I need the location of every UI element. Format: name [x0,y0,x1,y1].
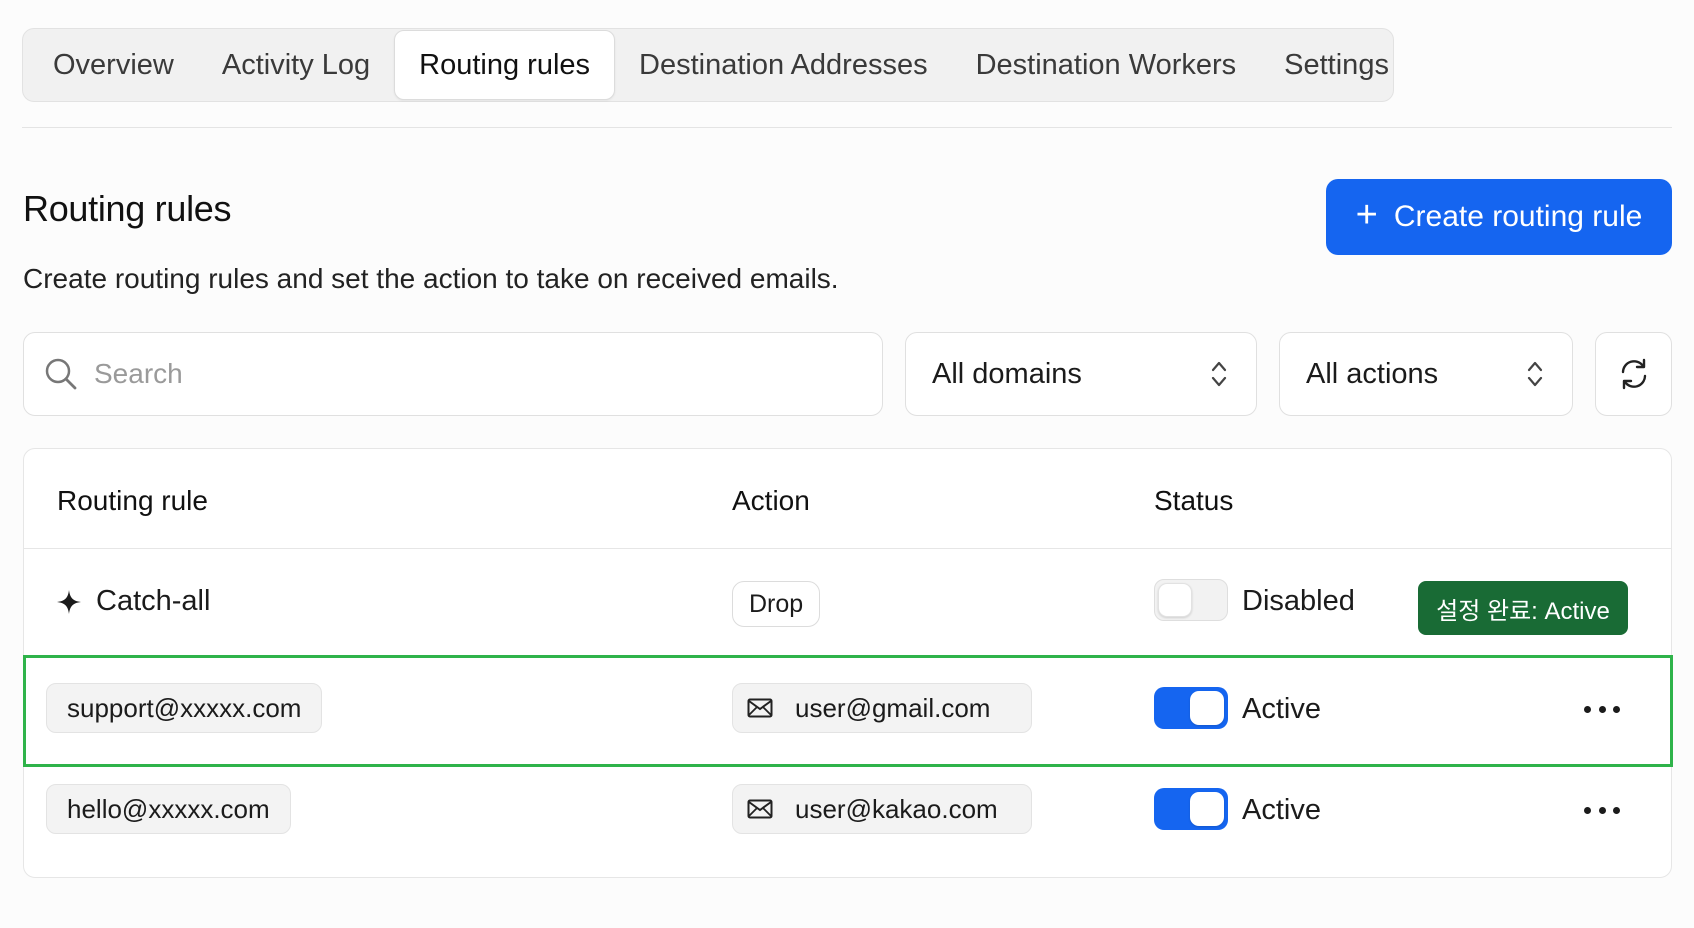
header-divider [22,127,1672,128]
status-label: Active [1242,693,1321,725]
action-chip: Drop [732,581,821,627]
status-label: Active [1242,794,1321,826]
page-description: Create routing rules and set the action … [23,263,839,294]
status-badge: 설정 완료: Active [1418,581,1628,635]
chevron-updown-icon [1527,361,1543,387]
create-routing-rule-button[interactable]: + Create routing rule [1326,179,1672,255]
toggle-knob [1158,583,1192,617]
column-header-routing-rule: Routing rule [57,485,208,516]
rule-name: Catch-all [96,585,211,617]
domain-select[interactable]: All domains [905,332,1257,416]
routing-rules-table: Routing rule Action Status Catch-all Dro… [23,448,1672,878]
action-chip: user@gmail.com [732,683,1032,733]
domain-select-value: All domains [932,357,1082,390]
more-icon [1584,806,1591,814]
search-box [23,332,883,416]
tab-settings[interactable]: Settings [1260,30,1413,100]
search-input[interactable] [94,358,854,390]
tab-bar: Overview Activity Log Routing rules Dest… [22,28,1394,102]
column-header-status: Status [1154,485,1234,516]
refresh-button[interactable] [1595,332,1672,416]
table-row: hello@xxxxx.com user@kakao.com Active [24,767,1671,877]
plus-icon: + [1355,194,1378,236]
refresh-icon [1621,358,1646,390]
toggle-knob [1190,691,1224,725]
action-select-value: All actions [1306,357,1439,390]
status-toggle[interactable] [1154,579,1228,621]
status-toggle[interactable] [1154,687,1228,729]
tab-activity-log[interactable]: Activity Log [198,30,394,100]
more-options-button[interactable] [1584,800,1620,820]
more-options-button[interactable] [1584,699,1620,719]
action-chip: user@kakao.com [732,784,1032,834]
mail-icon [747,799,773,819]
tab-destination-workers[interactable]: Destination Workers [952,30,1261,100]
rule-chip: support@xxxxx.com [46,683,323,733]
destination-email: user@kakao.com [795,793,998,824]
search-icon [45,358,77,390]
column-header-action: Action [732,485,810,516]
table-header: Routing rule Action Status [24,449,1671,549]
rule-chip: hello@xxxxx.com [46,784,291,834]
toggle-knob [1190,792,1224,826]
mail-icon [747,698,773,718]
status-label: Disabled [1242,585,1355,617]
table-row: support@xxxxx.com user@gmail.com Active [24,657,1671,767]
catch-all-rule: Catch-all [56,585,210,618]
status-toggle[interactable] [1154,788,1228,830]
tab-routing-rules[interactable]: Routing rules [394,30,616,100]
chevron-updown-icon [1211,361,1227,387]
more-icon [1584,705,1591,713]
destination-email: user@gmail.com [795,692,991,723]
table-row: Catch-all Drop Disabled 설정 완료: Active [24,549,1671,657]
create-routing-rule-label: Create routing rule [1393,200,1643,233]
page-title: Routing rules [23,188,232,229]
tab-overview[interactable]: Overview [29,30,198,100]
action-select[interactable]: All actions [1279,332,1573,416]
sparkle-icon [57,589,81,614]
tab-destination-addresses[interactable]: Destination Addresses [615,30,952,100]
